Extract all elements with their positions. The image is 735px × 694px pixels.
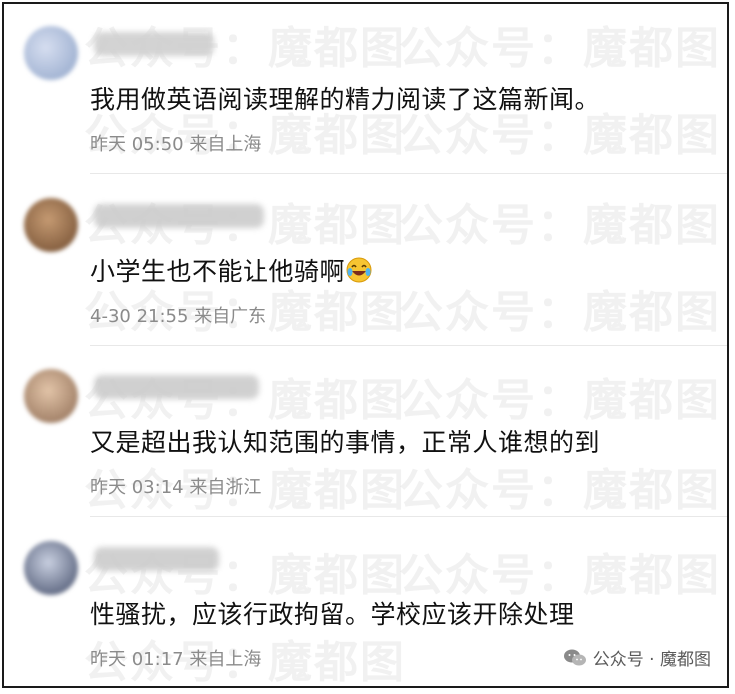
divider xyxy=(90,173,727,174)
avatar[interactable] xyxy=(24,541,78,595)
avatar[interactable] xyxy=(24,198,78,252)
comment-meta: 4-30 21:55 来自广东 xyxy=(90,306,267,327)
comment-text: 我用做英语阅读理解的精力阅读了这篇新闻。 xyxy=(90,85,601,114)
username-blurred[interactable] xyxy=(94,204,264,228)
comment-item: 我用做英语阅读理解的精力阅读了这篇新闻。 昨天 05:50 来自上海 xyxy=(4,4,727,174)
comment-panel: 公众号：魔都图 公众号：魔都图 公众号：魔都图 公众号：魔都图 公众号：魔都图 … xyxy=(2,2,729,688)
username-blurred[interactable] xyxy=(94,32,214,56)
comment-item: 又是超出我认知范围的事情，正常人谁想的到 昨天 03:14 来自浙江 xyxy=(4,347,727,517)
divider xyxy=(90,345,727,346)
comment-text: 又是超出我认知范围的事情，正常人谁想的到 xyxy=(90,428,601,457)
comment-text: 性骚扰，应该行政拘留。学校应该开除处理 xyxy=(90,600,575,629)
avatar[interactable] xyxy=(24,369,78,423)
comment-text: 小学生也不能让他骑啊 xyxy=(90,252,373,288)
brand-label: 公众号 · 魔都图 xyxy=(592,650,711,670)
laughing-tears-emoji xyxy=(346,257,372,283)
username-blurred[interactable] xyxy=(94,547,219,571)
brand-watermark: 公众号 · 魔都图 xyxy=(563,645,711,670)
comment-meta: 昨天 05:50 来自上海 xyxy=(90,134,262,155)
comment-text-content: 小学生也不能让他骑啊 xyxy=(90,257,346,286)
comment-item: 小学生也不能让他骑啊 4-30 21:55 来自广东 xyxy=(4,176,727,346)
comment-meta: 昨天 03:14 来自浙江 xyxy=(90,477,262,498)
divider xyxy=(90,516,727,517)
wechat-icon xyxy=(563,649,586,665)
comment-meta: 昨天 01:17 来自上海 xyxy=(90,649,262,670)
username-blurred[interactable] xyxy=(94,375,259,399)
avatar[interactable] xyxy=(24,26,78,80)
